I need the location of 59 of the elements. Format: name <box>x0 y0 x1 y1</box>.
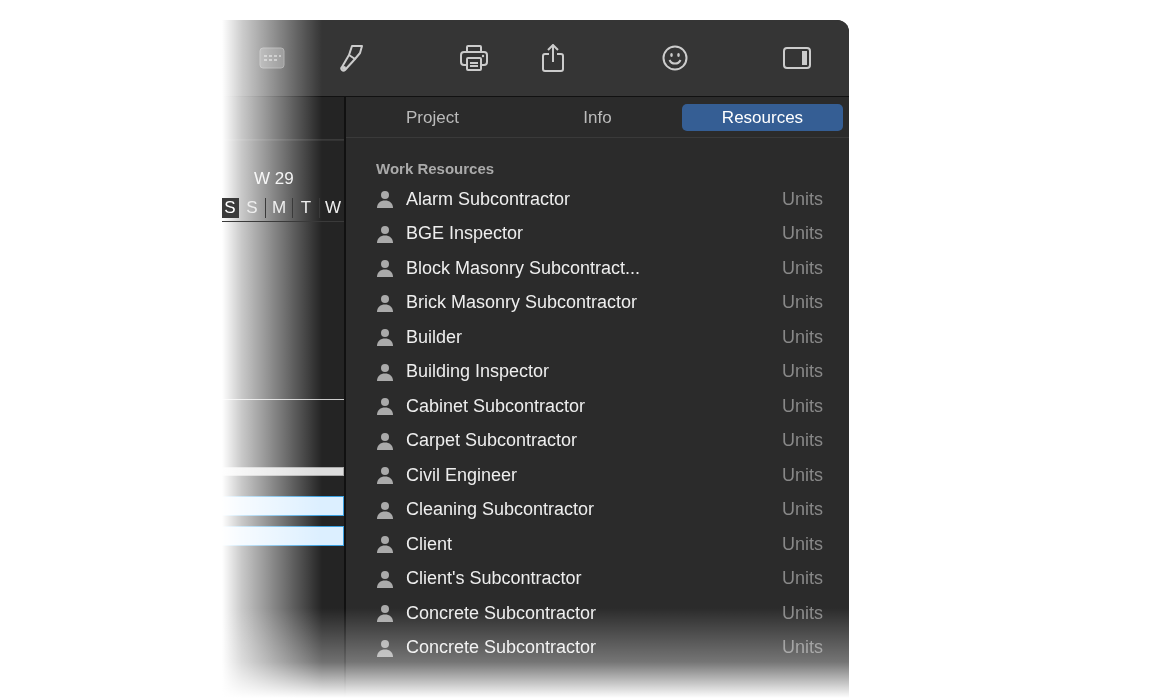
tab[interactable]: Info <box>517 104 678 131</box>
printer-icon[interactable] <box>460 45 488 71</box>
resource-name[interactable]: Block Masonry Subcontract... <box>406 257 782 279</box>
person-icon <box>376 500 394 519</box>
resource-unit: Units <box>782 499 823 521</box>
resource-name[interactable]: Concrete Subcontractor <box>406 602 782 624</box>
person-icon <box>376 397 394 416</box>
resource-name[interactable]: Cabinet Subcontractor <box>406 395 782 417</box>
resource-name[interactable]: Civil Engineer <box>406 464 782 486</box>
section-heading: Work Resources <box>376 160 496 179</box>
person-icon <box>376 190 394 209</box>
sidebar-toggle-icon[interactable] <box>783 47 811 69</box>
person-icon <box>376 224 394 243</box>
day-label: S <box>239 198 266 218</box>
resource-name[interactable]: Building Inspector <box>406 361 782 383</box>
resource-unit: Units <box>782 430 823 452</box>
task-bar[interactable] <box>222 496 344 516</box>
resource-unit: Units <box>782 602 823 624</box>
resource-unit: Units <box>782 223 823 245</box>
share-icon[interactable] <box>542 44 564 72</box>
person-icon <box>376 466 394 485</box>
resource-name[interactable]: Builder <box>406 326 782 348</box>
resource-name[interactable]: BGE Inspector <box>406 223 782 245</box>
resource-name[interactable]: Cleaning Subcontractor <box>406 499 782 521</box>
resource-unit: Units <box>782 292 823 314</box>
week-label: W 29 <box>222 140 344 195</box>
resource-name[interactable]: Concrete Subcontractor <box>406 637 782 659</box>
person-icon <box>376 535 394 554</box>
day-label: S <box>222 198 239 218</box>
smiley-icon[interactable] <box>662 45 688 71</box>
person-icon <box>376 604 394 623</box>
person-icon <box>376 569 394 588</box>
resource-unit: Units <box>782 637 823 659</box>
resource-unit: Units <box>782 533 823 555</box>
person-icon <box>376 293 394 312</box>
resource-unit: Units <box>782 361 823 383</box>
tab[interactable]: Project <box>352 104 513 131</box>
resource-name[interactable]: Brick Masonry Subcontractor <box>406 292 782 314</box>
resource-unit: Units <box>782 257 823 279</box>
resource-unit: Units <box>782 326 823 348</box>
day-label: W <box>320 198 344 218</box>
person-icon <box>376 638 394 657</box>
task-bar[interactable] <box>222 526 344 546</box>
tab[interactable]: Resources <box>682 104 843 131</box>
resource-name[interactable]: Client's Subcontractor <box>406 568 782 590</box>
resource-name[interactable]: Carpet Subcontractor <box>406 430 782 452</box>
resource-unit: Units <box>782 395 823 417</box>
person-icon <box>376 259 394 278</box>
resource-unit: Units <box>782 568 823 590</box>
day-label: T <box>293 198 320 218</box>
person-icon <box>376 362 394 381</box>
person-icon <box>376 431 394 450</box>
resource-name[interactable]: Alarm Subcontractor <box>406 188 782 210</box>
resource-unit: Units <box>782 188 823 210</box>
person-icon <box>376 328 394 347</box>
resource-unit: Units <box>782 464 823 486</box>
resource-name[interactable]: Client <box>406 533 782 555</box>
paintbrush-icon[interactable] <box>338 43 364 73</box>
day-label: M <box>266 198 293 218</box>
